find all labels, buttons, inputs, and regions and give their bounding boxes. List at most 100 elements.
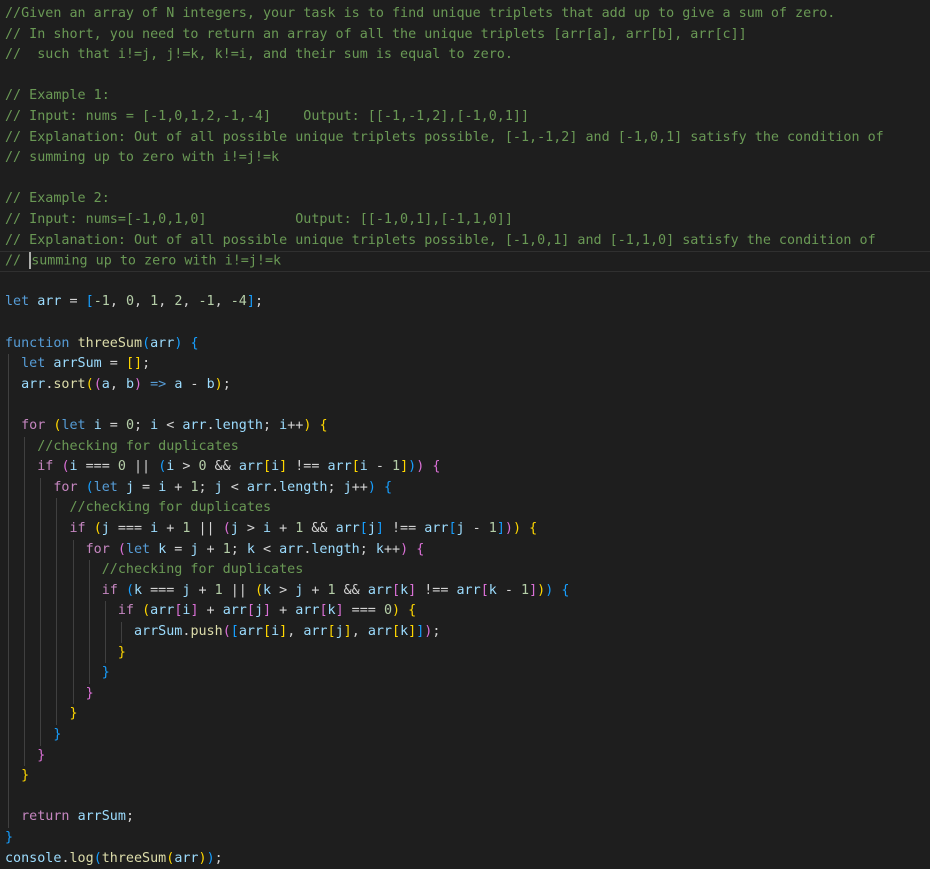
code-line[interactable]: //checking for duplicates xyxy=(5,560,304,581)
code-token-comment: //Given an array of N integers, your tas… xyxy=(5,6,836,21)
code-token-variable: arr xyxy=(182,418,207,433)
code-token-comment: //checking for duplicates xyxy=(69,500,272,516)
code-token-variable: arr xyxy=(424,521,449,536)
code-token-number: 1 xyxy=(190,479,199,495)
code-line[interactable]: // Input: nums = [-1,0,1,2,-1,-4] Output… xyxy=(5,107,529,128)
code-token-bracket3: ) xyxy=(367,479,376,495)
code-token-variable: j xyxy=(335,624,344,639)
code-token-variable: arr xyxy=(456,582,481,598)
code-token-plain: - xyxy=(496,582,521,598)
code-line[interactable]: // summing up to zero with i!=j!=k xyxy=(5,148,279,169)
code-token-comment: summing up to zero with i!=j!=k xyxy=(31,253,282,269)
code-token-number: 0 xyxy=(198,459,207,475)
code-token-plain: || xyxy=(222,582,255,598)
code-token-bracket1: [ xyxy=(327,624,336,639)
code-token-bracket2: ] xyxy=(408,582,417,598)
code-token-variable: arr xyxy=(21,376,46,392)
code-token-variable: k xyxy=(375,541,384,557)
code-line[interactable]: //Given an array of N integers, your tas… xyxy=(5,4,835,25)
indent-guide xyxy=(24,436,26,767)
code-line[interactable]: } xyxy=(5,684,94,705)
code-line[interactable]: let arr = [-1, 0, 1, 2, -1, -4]; xyxy=(5,292,263,313)
code-token-bracket1: ) xyxy=(392,603,401,619)
code-token-variable: arr xyxy=(335,521,360,536)
code-token-plain: === xyxy=(109,521,151,536)
code-line[interactable]: // Example 1: xyxy=(5,86,110,107)
indent-guide xyxy=(40,477,42,746)
code-line[interactable]: } xyxy=(5,725,61,746)
code-token-plain: , xyxy=(134,294,151,310)
code-token-number: -4 xyxy=(230,294,247,310)
code-token-keyword: let xyxy=(61,418,86,433)
code-token-function: push xyxy=(190,624,223,639)
code-token-bracket1: ] xyxy=(400,459,409,475)
code-token-bracket3: } xyxy=(53,727,62,742)
code-line[interactable]: } xyxy=(5,704,78,725)
code-line[interactable]: arrSum.push([arr[i], arr[j], arr[k]]); xyxy=(5,622,440,643)
code-token-bracket2: ( xyxy=(93,376,102,392)
code-editor[interactable]: //Given an array of N integers, your tas… xyxy=(0,0,930,868)
current-code-line[interactable]: // summing up to zero with i!=j!=k xyxy=(0,251,930,272)
code-line[interactable]: for (let i = 0; i < arr.length; i++) { xyxy=(5,416,327,437)
code-token-plain: = xyxy=(61,294,86,310)
code-line[interactable]: console.log(threeSum(arr)); xyxy=(5,849,223,869)
code-line[interactable]: // Explanation: Out of all possible uniq… xyxy=(5,128,884,149)
code-line[interactable]: // Input: nums=[-1,0,1,0] Output: [[-1,0… xyxy=(5,210,513,231)
code-token-variable: arr xyxy=(37,294,62,310)
code-line[interactable]: arr.sort((a, b) => a - b); xyxy=(5,375,231,396)
code-token-function: threeSum xyxy=(101,850,167,866)
code-token-variable: k xyxy=(246,541,255,557)
code-token-variable: j xyxy=(343,479,352,495)
code-line[interactable]: //checking for duplicates xyxy=(5,437,239,458)
code-line[interactable]: if (j === i + 1 || (j > i + 1 && arr[j] … xyxy=(5,519,538,540)
code-token-variable: k xyxy=(263,582,272,598)
code-line[interactable]: // Example 2: xyxy=(5,189,110,210)
code-token-variable: i xyxy=(263,521,272,536)
code-token-function: log xyxy=(69,850,94,866)
code-line[interactable]: // In short, you need to return an array… xyxy=(5,25,747,46)
code-token-bracket3: } xyxy=(101,665,110,681)
code-token-variable: j xyxy=(254,603,263,619)
code-token-plain: - xyxy=(464,521,489,536)
code-line[interactable]: // such that i!=j, j!=k, k!=i, and their… xyxy=(5,45,513,66)
code-line[interactable]: function threeSum(arr) { xyxy=(5,334,199,355)
code-token-variable: a xyxy=(101,376,110,392)
code-line[interactable]: return arrSum; xyxy=(5,807,134,828)
code-token-number: 1 xyxy=(214,582,223,598)
code-token-bracket1: ( xyxy=(254,582,263,598)
code-token-variable: j xyxy=(367,521,376,536)
code-token-plain: ; xyxy=(222,376,231,392)
code-token-variable: length xyxy=(279,479,328,495)
code-line[interactable]: //checking for duplicates xyxy=(5,498,272,519)
code-token-variable: arr xyxy=(246,479,272,495)
code-token-plain: > xyxy=(238,521,263,536)
code-line[interactable]: for (let k = j + 1; k < arr.length; k++)… xyxy=(5,540,425,561)
code-token-number: 1 xyxy=(327,582,336,598)
code-line[interactable]: // Explanation: Out of all possible uniq… xyxy=(5,231,876,252)
code-line[interactable]: for (let j = i + 1; j < arr.length; j++)… xyxy=(5,478,392,499)
code-line[interactable]: } xyxy=(5,663,110,684)
code-line[interactable]: } xyxy=(5,746,45,767)
code-token-bracket1: ) xyxy=(198,850,207,866)
code-token-bracket3: [ xyxy=(230,624,239,639)
code-line[interactable]: } xyxy=(5,828,13,849)
indent-guide xyxy=(56,498,58,725)
code-line[interactable]: if (i === 0 || (i > 0 && arr[i] !== arr[… xyxy=(5,457,440,478)
code-line[interactable]: let arrSum = []; xyxy=(5,354,150,375)
code-line[interactable]: if (arr[i] + arr[j] + arr[k] === 0) { xyxy=(5,601,416,622)
code-token-plain: ++ xyxy=(287,418,304,433)
code-token-bracket2: ( xyxy=(222,521,231,536)
code-token-comment: // Explanation: Out of all possible uniq… xyxy=(5,232,876,248)
code-token-control: if xyxy=(117,603,134,619)
code-token-comment: // Example 2: xyxy=(5,191,110,207)
code-token-variable: b xyxy=(206,376,215,392)
code-token-plain: . xyxy=(271,479,280,495)
code-token-plain: ; xyxy=(263,418,280,433)
